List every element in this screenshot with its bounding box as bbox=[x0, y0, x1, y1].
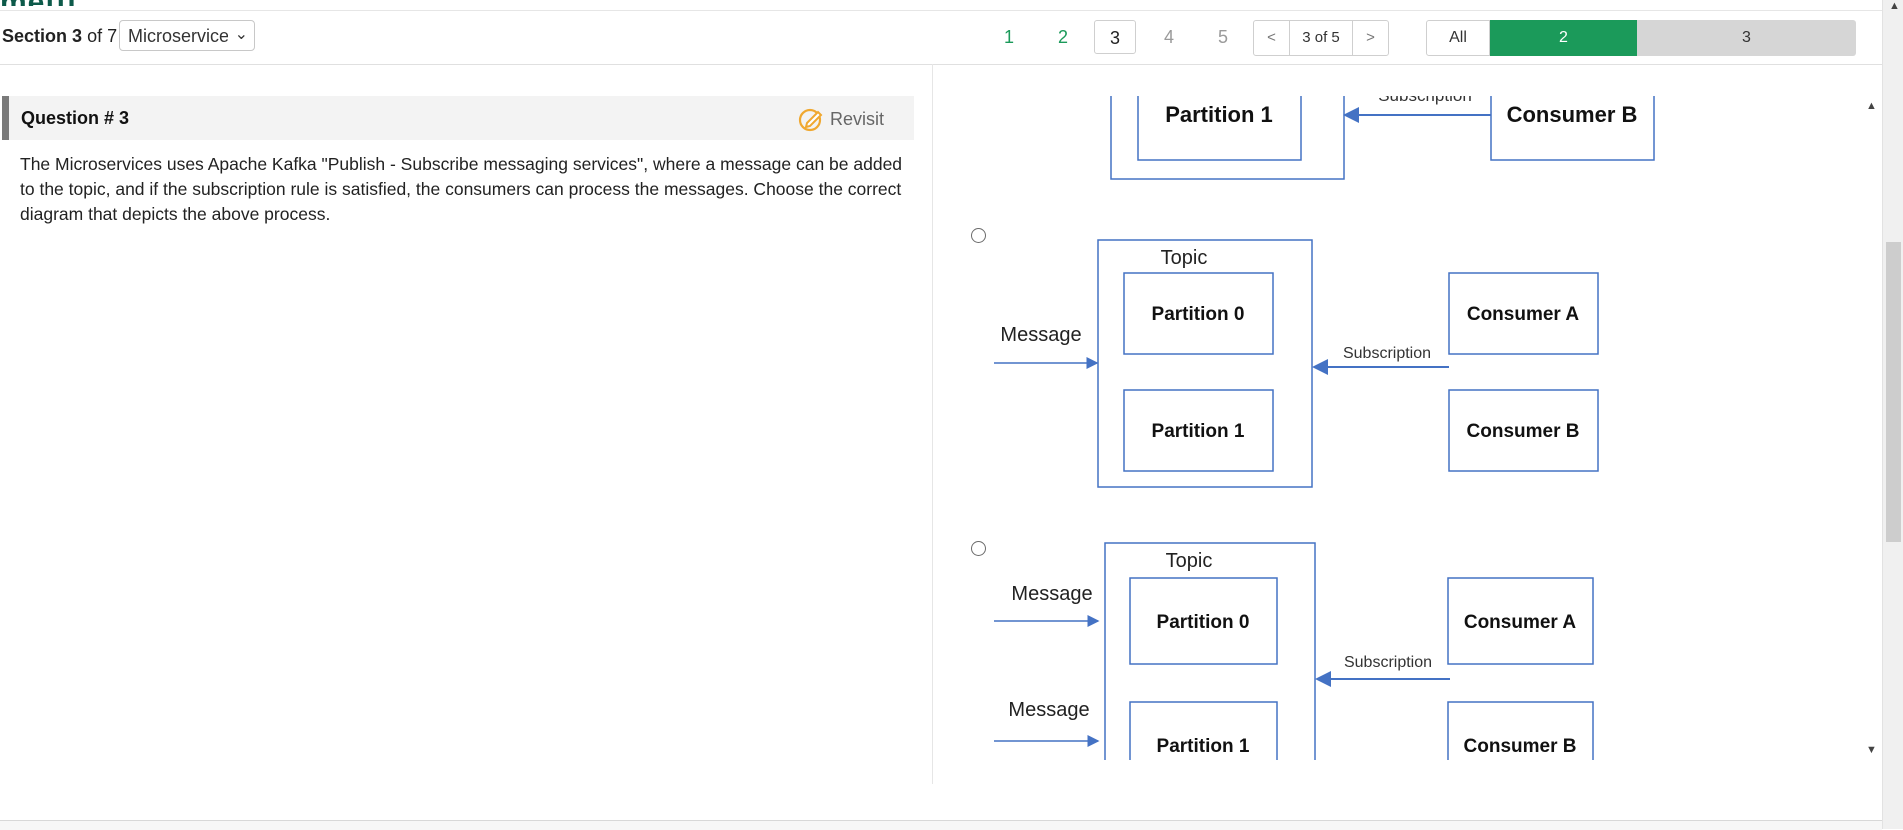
filter-answered-button[interactable]: 2 bbox=[1490, 20, 1637, 56]
partition-1-label: Partition 1 bbox=[1152, 421, 1245, 442]
section-prefix: Section bbox=[2, 26, 68, 46]
edit-icon bbox=[798, 108, 823, 132]
consumer-b-label: Consumer B bbox=[1507, 102, 1638, 127]
page-link-2[interactable]: 2 bbox=[1042, 20, 1084, 54]
subscription-label: Subscription bbox=[1343, 345, 1431, 362]
message-2-label: Message bbox=[1008, 699, 1089, 721]
options-scrollbar[interactable]: ▲ ▼ bbox=[1862, 96, 1880, 760]
scroll-down-icon[interactable]: ▼ bbox=[1866, 744, 1877, 756]
revisit-label: Revisit bbox=[829, 108, 884, 129]
section-indicator: Section 3 of 7 bbox=[2, 26, 117, 47]
consumer-b-label: Consumer B bbox=[1464, 736, 1577, 757]
chevron-down-icon: ⌄ bbox=[234, 26, 248, 43]
prev-question-button[interactable]: < bbox=[1254, 21, 1289, 55]
window-scrollbar[interactable]: ▲ bbox=[1882, 0, 1903, 829]
next-question-button[interactable]: > bbox=[1353, 21, 1388, 55]
pager-status: 3 of 5 bbox=[1289, 21, 1353, 55]
subscription-label: Subscription bbox=[1378, 96, 1472, 105]
filter-all-button[interactable]: All bbox=[1426, 20, 1490, 56]
diagram-option-b: Topic Partition 0 Partition 1 Message Me… bbox=[994, 542, 1594, 760]
partition-1-label: Partition 1 bbox=[1157, 736, 1250, 757]
question-pager: < 3 of 5 > bbox=[1253, 20, 1389, 56]
topic-box bbox=[1097, 239, 1313, 488]
message-label: Message bbox=[1000, 324, 1081, 346]
question-text: The Microservices uses Apache Kafka "Pub… bbox=[20, 154, 903, 224]
answer-options-pane: Partition 1 Subscription Consumer B Topi… bbox=[950, 96, 1860, 760]
consumer-a-label: Consumer A bbox=[1464, 612, 1577, 633]
diagrams-canvas: Partition 1 Subscription Consumer B Topi… bbox=[994, 96, 1655, 760]
section-select[interactable]: Microservice ⌄ bbox=[119, 20, 255, 51]
partition-1-label: Partition 1 bbox=[1165, 102, 1273, 127]
topic-box bbox=[1104, 542, 1316, 760]
topic-label: Topic bbox=[1161, 247, 1208, 269]
section-number: 3 bbox=[72, 26, 83, 46]
partition-0-label: Partition 0 bbox=[1157, 612, 1250, 633]
message-1-label: Message bbox=[1011, 583, 1092, 605]
section-select-value: Microservice bbox=[128, 26, 228, 46]
partition-0-label: Partition 0 bbox=[1152, 304, 1245, 325]
revisit-button[interactable]: Revisit bbox=[798, 106, 884, 132]
question-filter: All 2 3 bbox=[1426, 20, 1856, 56]
scroll-up-icon[interactable]: ▲ bbox=[1866, 100, 1877, 112]
section-total: of 7 bbox=[87, 26, 118, 46]
subscription-label: Subscription bbox=[1344, 654, 1432, 671]
consumer-b-label: Consumer B bbox=[1467, 421, 1580, 442]
consumer-a-label: Consumer A bbox=[1467, 304, 1580, 325]
pane-divider bbox=[932, 64, 933, 784]
question-header: Question # 3 Revisit bbox=[2, 96, 914, 140]
window-scroll-thumb[interactable] bbox=[1886, 242, 1901, 542]
page-link-5[interactable]: 5 bbox=[1202, 20, 1244, 54]
diagram-option-a: Topic Partition 0 Partition 1 Message Su… bbox=[994, 239, 1599, 488]
diagram-top-partial: Partition 1 Subscription Consumer B bbox=[1110, 96, 1655, 180]
app-logo: mettl bbox=[0, 0, 77, 6]
page-link-3[interactable]: 3 bbox=[1094, 20, 1136, 54]
question-title: Question # 3 bbox=[21, 108, 130, 128]
window-scroll-up-icon[interactable]: ▲ bbox=[1889, 0, 1900, 12]
topic-label: Topic bbox=[1166, 550, 1213, 572]
page-link-1[interactable]: 1 bbox=[988, 20, 1030, 54]
page-link-4[interactable]: 4 bbox=[1148, 20, 1190, 54]
filter-unanswered-button[interactable]: 3 bbox=[1637, 20, 1856, 56]
